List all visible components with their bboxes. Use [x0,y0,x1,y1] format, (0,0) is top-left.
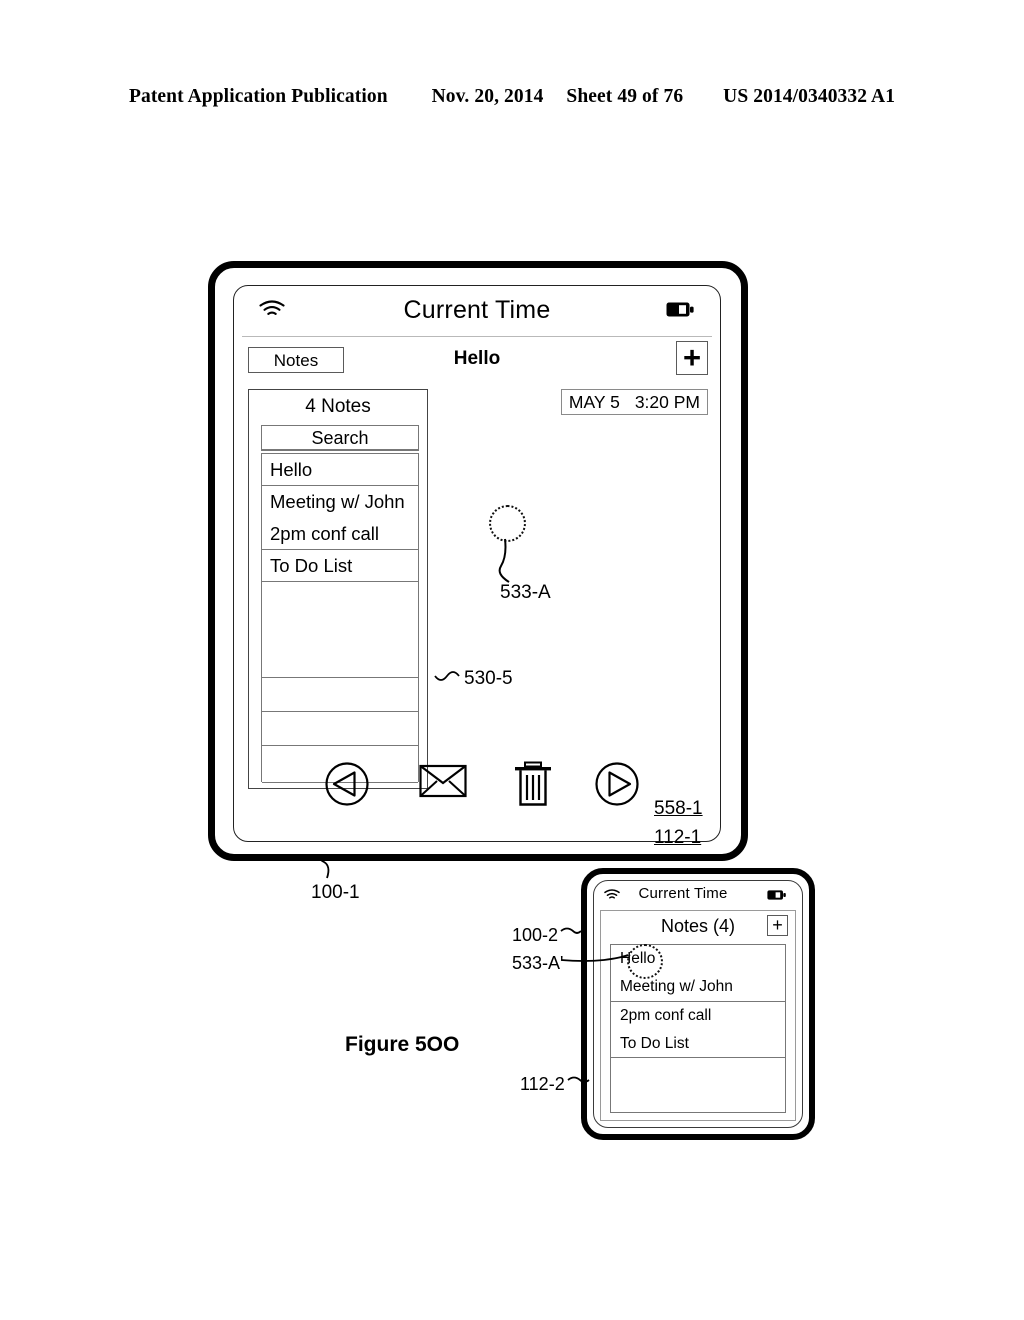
mail-button[interactable] [419,761,467,801]
battery-icon [666,302,694,317]
publication-label: Patent Application Publication [128,86,388,107]
list-item[interactable] [262,711,418,745]
notes-count-title: 4 Notes [305,396,371,417]
patent-number: US 2014/0340332 A1 [723,86,896,107]
status-bar-title: Current Time [638,885,728,902]
ref-label-112-1: 112-1 [654,827,702,848]
add-note-button[interactable]: + [676,341,708,375]
ref-label-558-1: 558-1 [654,798,703,819]
ref-label-100-1: 100-1 [311,882,360,903]
list-item[interactable]: To Do List [262,549,418,581]
tablet-status-bar: Current Time [234,286,720,336]
touch-indicator-533a [489,505,526,542]
ref-label-100-2: 100-2 [512,925,559,945]
list-item-label: 2pm conf call [270,523,379,544]
search-input[interactable]: Search [261,425,419,451]
note-date-badge: MAY 5 3:20 PM [560,389,708,415]
publication-date: Nov. 20, 2014 [431,86,544,107]
notes-list: Hello Meeting w/ John 2pm conf call To Do L… [261,453,419,783]
status-bar-title: Current Time [403,296,551,324]
add-note-button[interactable]: + [767,915,788,936]
phone-status-bar: Current Time [594,881,802,908]
list-item-label: To Do List [620,1035,689,1052]
note-date: MAY 5 [568,392,620,412]
document-title: Hello [453,348,501,369]
tablet-device: Current Time Notes Hello + 4 Notes Searc… [208,261,748,861]
list-item[interactable] [262,581,418,677]
list-item-label: Hello [270,459,313,480]
phone-device: Current Time Notes (4) + Hello Meeting w/… [581,868,815,1140]
touch-indicator-533a-prime [627,944,663,979]
list-item-label: 2pm conf call [620,1007,712,1024]
plus-icon: + [772,915,783,935]
list-item[interactable] [611,1057,785,1087]
ref-label-112-2: 112-2 [520,1074,565,1094]
battery-icon [767,890,786,900]
status-divider [242,336,712,338]
delete-button[interactable] [512,761,554,807]
notes-list-panel: 4 Notes Search Hello Meeting w/ John 2pm c… [248,389,428,789]
patent-page-header: Patent Application Publication Nov. 20, … [0,86,1024,108]
list-item[interactable]: Meeting w/ John 2pm conf call [262,485,418,549]
figure-caption: Figure 5OO [345,1033,460,1056]
previous-button[interactable] [324,761,370,807]
tablet-nav-bar: Notes Hello + [234,341,720,386]
phone-list-header: Notes (4) + [601,911,795,943]
note-time: 3:20 PM [634,392,700,412]
ref-label-533a-prime: 533-A' [512,953,564,973]
tablet-toolbar [234,761,720,809]
ref-label-530-5: 530-5 [464,668,513,689]
ref-label-533a: 533-A [500,582,551,603]
list-item[interactable]: 2pm conf call To Do List [611,1001,785,1057]
notes-count-title: Notes (4) [660,916,736,936]
phone-content-area: Notes (4) + Hello Meeting w/ John 2pm conf… [600,910,796,1121]
next-button[interactable] [594,761,640,807]
list-item[interactable] [262,677,418,711]
list-item[interactable]: Hello [262,453,418,485]
plus-icon: + [682,340,702,375]
list-item-label: To Do List [270,555,353,576]
list-item-label: Meeting w/ John [270,491,405,512]
tablet-display: Current Time Notes Hello + 4 Notes Searc… [233,285,721,842]
sheet-number: Sheet 49 of 76 [566,86,684,107]
phone-display: Current Time Notes (4) + Hello Meeting w/… [593,880,803,1128]
